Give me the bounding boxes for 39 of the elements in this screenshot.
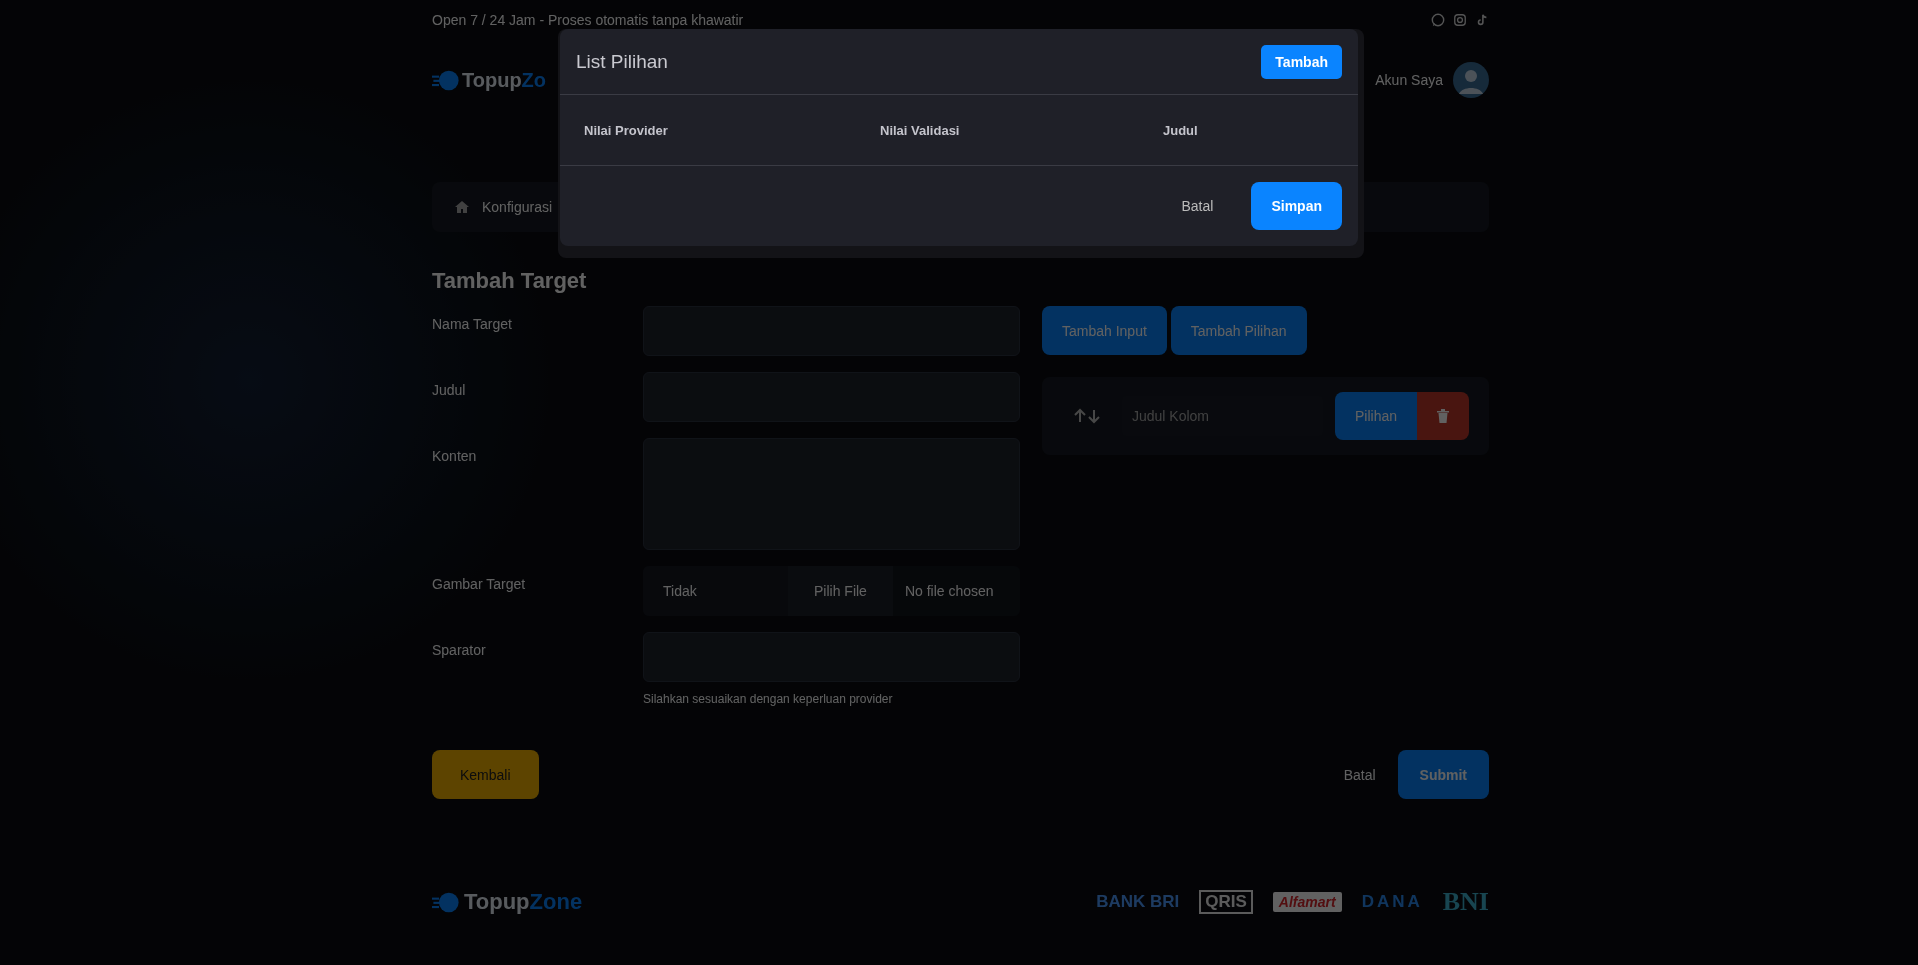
cancel-button[interactable]: Batal: [1181, 198, 1214, 214]
delete-button[interactable]: [1417, 392, 1469, 440]
column-header: Judul: [1163, 122, 1198, 138]
field-hint: Silahkan sesuaikan dengan keperluan provider: [643, 692, 893, 706]
add-button[interactable]: Tambah Pilihan: [1170, 306, 1307, 355]
save-button[interactable]: Simpan: [1251, 182, 1342, 230]
home-icon[interactable]: [454, 199, 470, 215]
field-label: Sparator: [432, 641, 486, 658]
payment-logo: Alfamart: [1272, 892, 1342, 912]
account-link[interactable]: Akun Saya: [1375, 72, 1443, 88]
field-label: Gambar Target: [432, 575, 526, 592]
avatar-icon[interactable]: [1453, 62, 1489, 98]
instagram-icon[interactable]: [1453, 13, 1467, 27]
options-button[interactable]: Pilihan: [1334, 392, 1417, 440]
add-button[interactable]: Tambah Input: [1041, 306, 1167, 355]
payment-logo: QRIS: [1199, 890, 1253, 914]
column-header: Nilai Validasi: [880, 122, 961, 138]
modal-title: List Pilihan: [576, 50, 668, 73]
back-button[interactable]: Kembali: [432, 750, 539, 799]
field-label: Nama Target: [432, 315, 512, 332]
column-header: Nilai Provider: [584, 122, 669, 138]
page-title: Tambah Target: [432, 268, 587, 294]
choose-file-button[interactable]: Pilih File: [788, 566, 893, 616]
announcement-text: Open 7 / 24 Jam - Proses otomatis tanpa khawatir: [432, 12, 744, 28]
breadcrumb-item[interactable]: Konfigurasi: [482, 199, 553, 215]
field-label: Konten: [432, 447, 477, 464]
payment-logo: BNI: [1442, 887, 1489, 917]
add-button[interactable]: Tambah: [1261, 44, 1342, 79]
file-status: No file chosen: [903, 583, 994, 599]
trash-icon: [1437, 409, 1449, 423]
tiktok-icon[interactable]: [1475, 13, 1489, 27]
cancel-button[interactable]: Batal: [1343, 766, 1376, 783]
logo[interactable]: TopupZone: [432, 889, 583, 915]
submit-button[interactable]: Submit: [1397, 750, 1489, 799]
whatsapp-icon[interactable]: [1431, 13, 1445, 27]
payment-logo: DANA: [1361, 892, 1423, 912]
payment-logo: BANK BRI: [1096, 892, 1180, 912]
field-label: Judul: [432, 381, 466, 398]
logo[interactable]: TopupZo: [432, 68, 547, 92]
